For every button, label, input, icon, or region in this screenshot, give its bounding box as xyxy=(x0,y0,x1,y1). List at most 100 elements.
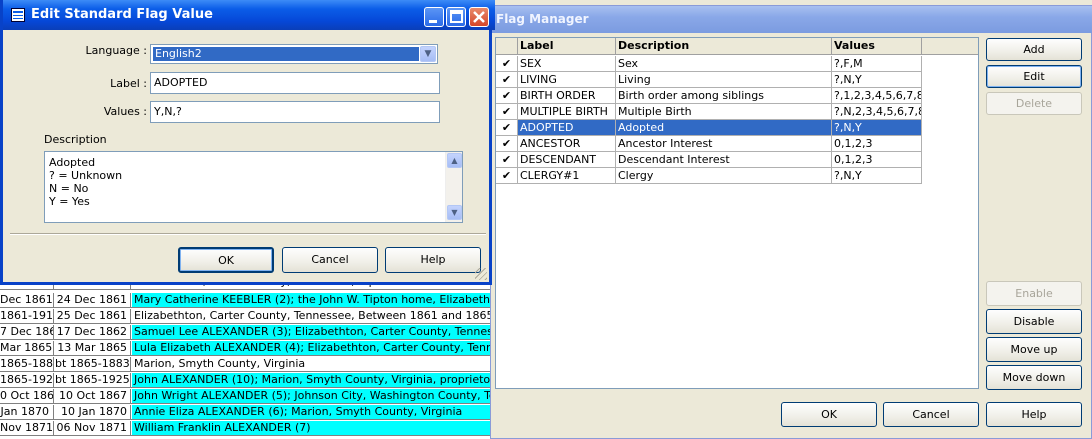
table-row[interactable]: Jan 1870 10 Jan 1870 Annie Eliza ALEXAND… xyxy=(0,404,492,420)
description-line: Adopted xyxy=(49,156,96,169)
language-label: Language : xyxy=(85,44,148,57)
enable-button[interactable]: Enable xyxy=(986,281,1082,306)
flag-row-selected[interactable]: ✔ ADOPTED Adopted ?,N,Y xyxy=(496,120,922,136)
table-cell: Nov 1871 xyxy=(0,421,54,435)
description-line: ? = Unknown xyxy=(49,169,123,182)
flag-row[interactable]: ✔ BIRTH ORDER Birth order among siblings… xyxy=(496,88,922,104)
flag-values-cell: ?,N,Y xyxy=(832,168,922,183)
check-mark-icon[interactable]: ✔ xyxy=(496,120,518,135)
column-header-values[interactable]: Values xyxy=(832,38,922,55)
table-cell: bt 1865-1925 xyxy=(55,373,131,387)
table-row[interactable]: 1861-1910 25 Dec 1861 Elizabethton, Cart… xyxy=(0,308,492,324)
maximize-icon[interactable] xyxy=(446,7,466,27)
edit-flag-dialog: Edit Standard Flag Value Language : Engl… xyxy=(0,0,495,285)
flag-description-cell: Adopted xyxy=(616,120,832,135)
dialog-title[interactable]: Edit Standard Flag Value xyxy=(3,0,495,30)
table-row[interactable]: 0 Oct 1867 10 Oct 1867 John Wright ALEXA… xyxy=(0,388,492,404)
column-header-description[interactable]: Description xyxy=(616,38,832,55)
vertical-scrollbar[interactable]: ▲ ▼ xyxy=(445,152,462,222)
minimize-icon[interactable] xyxy=(424,7,444,27)
description-textarea[interactable]: Adopted ? = Unknown N = No Y = Yes ▲ ▼ xyxy=(44,151,463,223)
delete-button[interactable]: Delete xyxy=(986,92,1082,115)
table-row[interactable]: 7 Dec 1862 17 Dec 1862 Samuel Lee ALEXAN… xyxy=(0,324,492,340)
ok-button[interactable]: OK xyxy=(781,402,877,427)
move-down-button[interactable]: Move down xyxy=(986,365,1082,390)
table-cell: 10 Jan 1870 xyxy=(55,405,131,419)
flag-grid[interactable]: Label Description Values ✔ SEX Sex ?,F,M… xyxy=(495,37,979,389)
flag-row[interactable]: ✔ CLERGY#1 Clergy ?,N,Y xyxy=(496,168,922,184)
flag-manager-window: Flag Manager Label Description Values ✔ … xyxy=(490,5,1092,439)
check-mark-icon[interactable]: ✔ xyxy=(496,136,518,151)
flag-values-cell: ?,N,Y xyxy=(832,120,922,135)
flag-row[interactable]: ✔ ANCESTOR Ancestor Interest 0,1,2,3 xyxy=(496,136,922,152)
language-select[interactable]: English2 ▼ xyxy=(150,44,438,64)
column-header-label[interactable]: Label xyxy=(518,38,616,55)
window-menu-icon[interactable] xyxy=(11,8,25,22)
check-mark-icon[interactable]: ✔ xyxy=(496,56,518,71)
flag-description-cell: Ancestor Interest xyxy=(616,136,832,151)
column-header-check[interactable] xyxy=(496,38,518,55)
table-cell: 13 Mar 1865 xyxy=(55,341,131,355)
check-mark-icon[interactable]: ✔ xyxy=(496,88,518,103)
values-input[interactable]: Y,N,? xyxy=(150,101,440,123)
help-button[interactable]: Help xyxy=(986,402,1082,427)
dialog-cancel-button[interactable]: Cancel xyxy=(282,247,378,273)
dialog-help-button[interactable]: Help xyxy=(385,247,481,273)
disable-button[interactable]: Disable xyxy=(986,309,1082,334)
table-cell: Annie Eliza ALEXANDER (6); Marion, Smyth… xyxy=(132,405,492,419)
flag-row[interactable]: ✔ DESCENDANT Descendant Interest 0,1,2,3 xyxy=(496,152,922,168)
check-mark-icon[interactable]: ✔ xyxy=(496,168,518,183)
language-selected-value: English2 xyxy=(152,46,420,62)
label-label: Label : xyxy=(110,77,147,90)
cancel-button[interactable]: Cancel xyxy=(883,402,979,427)
flag-description-cell: Clergy xyxy=(616,168,832,183)
scroll-up-icon[interactable]: ▲ xyxy=(447,153,462,168)
scroll-down-icon[interactable]: ▼ xyxy=(447,205,462,220)
flag-row[interactable]: ✔ LIVING Living ?,N,Y xyxy=(496,72,922,88)
label-input[interactable]: ADOPTED xyxy=(150,72,440,94)
table-row[interactable]: 1865-1883 bt 1865-1883 Marion, Smyth Cou… xyxy=(0,356,492,372)
table-cell: William Franklin ALEXANDER (7) xyxy=(132,421,492,435)
flag-description-cell: Living xyxy=(616,72,832,87)
flag-values-cell: ?,N,2,3,4,5,6,7,8 xyxy=(834,104,922,119)
description-line: N = No xyxy=(49,182,89,195)
table-cell: Elizabethton, Carter County, Tennessee, … xyxy=(134,309,492,322)
table-row[interactable]: Nov 1871 06 Nov 1871 William Franklin AL… xyxy=(0,420,492,436)
flag-description-cell: Birth order among siblings xyxy=(616,88,832,103)
table-cell: Mar 1865 xyxy=(0,341,54,355)
table-row[interactable]: Dec 1861 24 Dec 1861 Mary Catherine KEEB… xyxy=(0,292,492,308)
flag-values-cell: ?,F,M xyxy=(832,56,922,71)
move-up-button[interactable]: Move up xyxy=(986,337,1082,362)
dialog-ok-button[interactable]: OK xyxy=(178,247,274,273)
table-cell: 24 Dec 1861 xyxy=(55,293,131,307)
table-cell: 7 Dec 1862 xyxy=(0,325,54,339)
table-cell: Mary Catherine KEEBLER (2); the John W. … xyxy=(132,293,492,307)
flag-values-cell: 0,1,2,3 xyxy=(832,136,922,151)
flag-row[interactable]: ✔ MULTIPLE BIRTH Multiple Birth ?,N,2,3,… xyxy=(496,104,922,120)
values-label: Values : xyxy=(103,105,147,118)
flag-values-cell: ?,N,Y xyxy=(832,72,922,87)
table-cell: Dec 1861 xyxy=(0,293,54,307)
window-title[interactable]: Flag Manager xyxy=(491,6,1092,33)
flag-row[interactable]: ✔ SEX Sex ?,F,M xyxy=(496,56,922,72)
table-cell: Marion, Smyth County, Virginia xyxy=(134,357,306,370)
description-line: Y = Yes xyxy=(49,195,90,208)
edit-button[interactable]: Edit xyxy=(986,65,1082,88)
divider xyxy=(10,233,486,235)
close-icon[interactable] xyxy=(469,7,489,27)
check-mark-icon[interactable]: ✔ xyxy=(496,72,518,87)
table-cell: Samuel Lee ALEXANDER (3); Elizabethton, … xyxy=(132,325,492,339)
add-button[interactable]: Add xyxy=(986,38,1082,61)
table-cell: 0 Oct 1867 xyxy=(0,389,54,403)
flag-label-cell: ANCESTOR xyxy=(518,136,616,151)
chevron-down-icon[interactable]: ▼ xyxy=(420,46,436,62)
table-cell: 17 Dec 1862 xyxy=(55,325,131,339)
table-row[interactable]: Mar 1865 13 Mar 1865 Lula Elizabeth ALEX… xyxy=(0,340,492,356)
check-mark-icon[interactable]: ✔ xyxy=(496,152,518,167)
table-cell: 25 Dec 1861 xyxy=(55,309,131,323)
resize-grip-icon[interactable] xyxy=(475,268,487,280)
table-cell: bt 1865-1883 xyxy=(55,357,131,371)
table-row[interactable]: 1865-1925 bt 1865-1925 John ALEXANDER (1… xyxy=(0,372,492,388)
check-mark-icon[interactable]: ✔ xyxy=(496,104,518,119)
description-label: Description xyxy=(44,133,107,146)
